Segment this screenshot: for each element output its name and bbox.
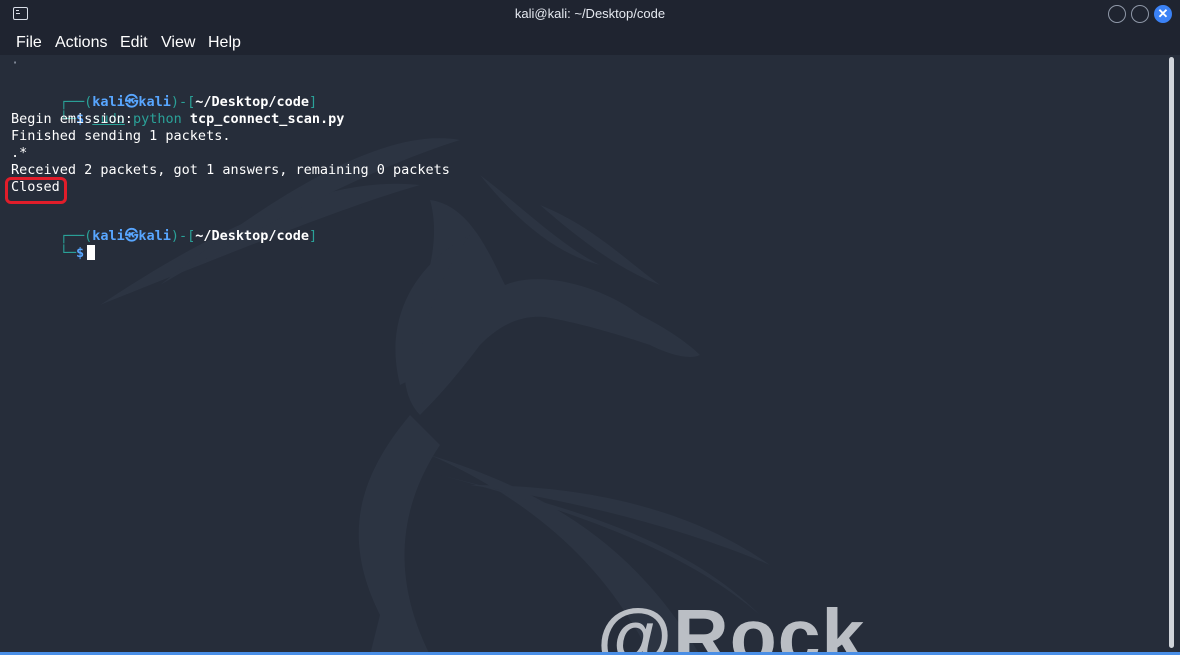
output-line: Begin emission: [11,111,133,127]
minimize-icon[interactable] [1108,5,1126,23]
menu-view[interactable]: View [161,34,195,52]
menu-file[interactable]: File [16,34,42,52]
title-bar[interactable]: kali@kali: ~/Desktop/code ✕ [0,0,1180,29]
prompt-at-symbol: ㉿ [124,228,139,244]
output-line: Received 2 packets, got 1 answers, remai… [11,162,450,178]
watermark-rock: @Rock [597,594,866,655]
stray-dot: · [11,55,20,71]
scrollbar-thumb[interactable] [1169,57,1174,648]
prompt-dollar: $ [76,245,85,261]
maximize-icon[interactable] [1131,5,1149,23]
vertical-scrollbar[interactable] [1166,55,1180,655]
prompt-path: ~/Desktop/code [195,228,310,244]
menu-actions[interactable]: Actions [55,34,107,52]
kali-dragon-background [100,138,770,655]
prompt-frame-end: ] [309,228,318,244]
command-file: tcp_connect_scan.py [189,111,345,127]
menu-help[interactable]: Help [208,34,241,52]
output-line: Finished sending 1 packets. [11,128,231,144]
prompt-host: kali [138,228,171,244]
menu-bar: File Actions Edit View Help [0,29,1180,55]
command-python: python [132,111,182,127]
close-icon[interactable]: ✕ [1154,5,1172,23]
prompt-user: kali [92,228,125,244]
terminal-output-area[interactable]: @Rock · ┌──(kali㉿kali)-[~/Desktop/code] … [0,55,1166,655]
prompt-frame-bottom: └─ [59,245,77,261]
closed-highlight-box [5,177,67,204]
terminal-window: kali@kali: ~/Desktop/code ✕ File Actions… [0,0,1180,655]
menu-edit[interactable]: Edit [120,34,148,52]
text-cursor [87,245,96,260]
window-title: kali@kali: ~/Desktop/code [514,6,666,21]
command-line-2[interactable]: └─$ [11,228,96,279]
output-line: .* [11,145,28,161]
prompt-frame-mid: )-[ [170,228,196,244]
